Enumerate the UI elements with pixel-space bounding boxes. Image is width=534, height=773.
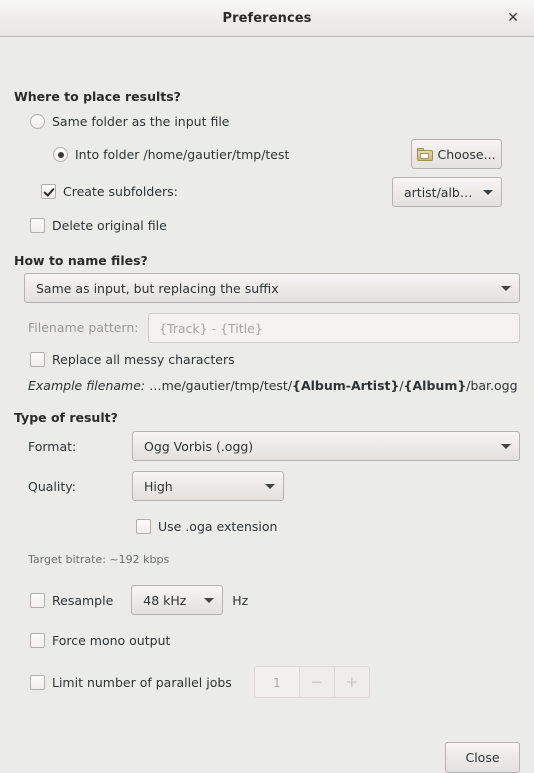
parallel-jobs-decrement-button[interactable]: − (298, 667, 334, 697)
example-filename-part1: …me/gautier/tmp/test/ (145, 378, 293, 393)
radio-row-into-folder[interactable]: Into folder /home/gautier/tmp/test (53, 147, 289, 162)
checkbox-create-subfolders[interactable] (41, 184, 56, 199)
parallel-jobs-stepper[interactable]: 1 − + (253, 666, 370, 698)
quality-combo[interactable]: High (132, 471, 284, 501)
checkbox-force-mono[interactable] (30, 633, 45, 648)
parallel-jobs-value[interactable]: 1 (254, 667, 299, 697)
resample-rate-combo[interactable]: 48 kHz (131, 585, 224, 615)
target-bitrate-text: Target bitrate: ~192 kbps (28, 553, 170, 566)
radio-same-folder-label: Same folder as the input file (52, 114, 230, 129)
quality-value: High (144, 478, 173, 494)
checkbox-limit-jobs[interactable] (30, 674, 45, 690)
chevron-down-icon (204, 597, 215, 603)
checkbox-row-delete-original[interactable]: Delete original file (30, 218, 167, 233)
format-label: Format: (28, 439, 77, 454)
section-heading-where: Where to place results? (14, 89, 181, 104)
chevron-down-icon (501, 285, 511, 291)
checkbox-force-mono-label: Force mono output (52, 633, 171, 648)
chevron-down-icon (265, 483, 275, 489)
format-combo[interactable]: Ogg Vorbis (.ogg) (132, 431, 520, 461)
parallel-jobs-increment-button[interactable]: + (333, 667, 369, 697)
checkbox-row-force-mono[interactable]: Force mono output (30, 633, 170, 648)
checkbox-use-oga-label: Use .oga extension (158, 519, 278, 534)
checkbox-limit-jobs-label: Limit number of parallel jobs (52, 674, 232, 690)
checkbox-row-use-oga[interactable]: Use .oga extension (136, 519, 277, 534)
quality-label: Quality: (28, 479, 76, 494)
checkbox-replace-messy[interactable] (30, 352, 45, 367)
example-filename: Example filename: …me/gautier/tmp/test/{… (28, 378, 518, 393)
subfolders-pattern-value: artist/album (404, 184, 473, 200)
checkbox-resample[interactable] (30, 592, 45, 608)
naming-scheme-combo[interactable]: Same as input, but replacing the suffix (24, 273, 520, 303)
example-filename-bold2: {Album} (403, 378, 467, 393)
dialog-title: Preferences (222, 10, 312, 26)
resample-unit-label: Hz (232, 592, 249, 608)
resample-rate-value: 48 kHz (143, 592, 187, 608)
checkbox-row-create-subfolders[interactable]: Create subfolders: (41, 184, 178, 199)
filename-pattern-placeholder: {Track} - {Title} (159, 320, 263, 336)
checkbox-resample-label: Resample (52, 592, 114, 608)
resample-row: Resample 48 kHz Hz (30, 585, 248, 615)
close-icon[interactable]: ✕ (500, 5, 526, 31)
section-heading-result: Type of result? (14, 410, 118, 425)
checkbox-row-replace-messy[interactable]: Replace all messy characters (30, 352, 235, 367)
preferences-content: Where to place results? Same folder as t… (0, 37, 534, 773)
checkbox-create-subfolders-label: Create subfolders: (63, 184, 178, 199)
example-filename-bold1: {Album-Artist} (292, 378, 400, 393)
dialog-titlebar: Preferences ✕ (0, 0, 534, 37)
checkbox-delete-original[interactable] (30, 218, 45, 233)
example-filename-tail: /bar.ogg (466, 378, 518, 393)
radio-into-folder[interactable] (53, 147, 68, 162)
close-button[interactable]: Close (445, 742, 520, 773)
subfolders-pattern-combo[interactable]: artist/album (392, 177, 502, 207)
choose-folder-button-label: Choose... (437, 146, 496, 162)
checkbox-replace-messy-label: Replace all messy characters (52, 352, 235, 367)
filename-pattern-label: Filename pattern: (28, 320, 139, 335)
folder-icon (417, 147, 434, 161)
radio-into-folder-label: Into folder /home/gautier/tmp/test (75, 147, 290, 162)
limit-jobs-row: Limit number of parallel jobs 1 − + (30, 666, 370, 698)
filename-pattern-input[interactable]: {Track} - {Title} (148, 313, 520, 343)
radio-same-folder[interactable] (30, 114, 45, 129)
format-value: Ogg Vorbis (.ogg) (144, 438, 254, 454)
chevron-down-icon (501, 443, 511, 449)
naming-scheme-value: Same as input, but replacing the suffix (36, 280, 279, 296)
example-filename-lead: Example filename: (28, 378, 146, 393)
choose-folder-button[interactable]: Choose... (411, 139, 502, 169)
checkbox-use-oga[interactable] (136, 519, 151, 534)
chevron-down-icon (483, 189, 493, 195)
checkbox-delete-original-label: Delete original file (52, 218, 167, 233)
radio-row-same-folder[interactable]: Same folder as the input file (30, 114, 230, 129)
section-heading-naming: How to name files? (14, 253, 148, 268)
